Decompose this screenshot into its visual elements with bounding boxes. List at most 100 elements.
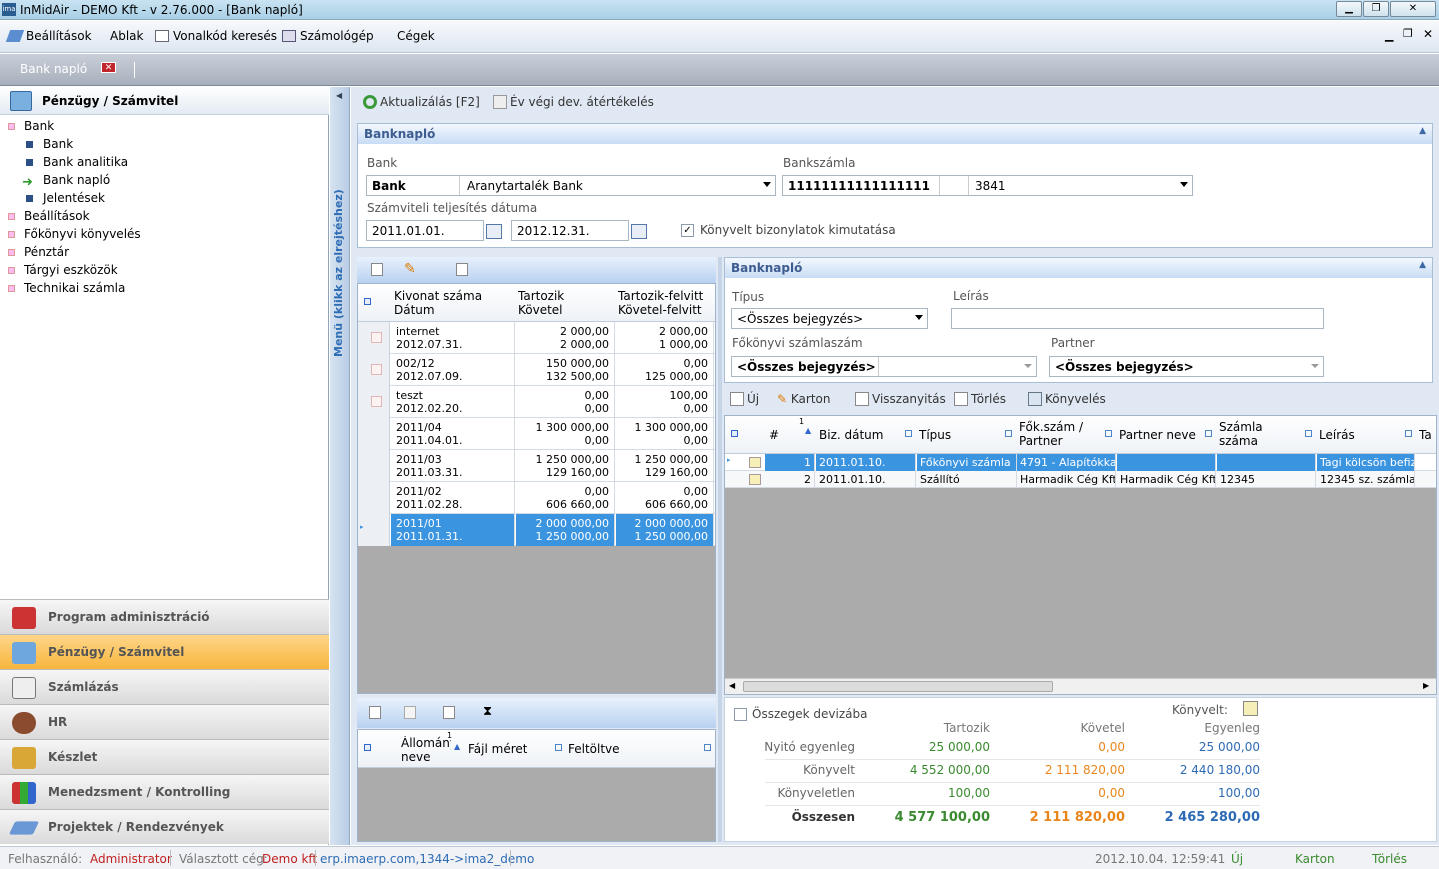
status-delete[interactable]: Törlés <box>1372 852 1407 866</box>
grid-options-icon[interactable] <box>731 430 738 437</box>
filter-icon[interactable] <box>555 744 562 751</box>
journal-row[interactable]: 2 2011.01.10. Szállító Harmadik Cég Kft. Har… <box>725 471 1436 488</box>
date-to-input[interactable]: 2012.12.31. <box>511 220 629 241</box>
menu-settings[interactable]: Beállítások <box>5 29 92 43</box>
account-select[interactable]: 11111111111111111 3841 <box>782 175 1193 196</box>
grid-splitter[interactable] <box>718 257 722 842</box>
nav-program-admin[interactable]: Program adminisztráció <box>0 599 329 634</box>
col-debit-entered[interactable]: Tartozik-felvitt Követel-felvitt <box>618 289 703 317</box>
add-file-icon[interactable] <box>369 706 381 719</box>
row-selector[interactable] <box>358 450 390 482</box>
col-partner-name[interactable]: Partner neve <box>1119 428 1196 442</box>
col-uploaded[interactable]: Feltöltve <box>568 742 620 756</box>
row-selector[interactable] <box>358 418 390 450</box>
statement-row[interactable]: 2011/03 2011.03.31. 1 250 000,00 129 160,00… <box>358 450 715 482</box>
col-description[interactable]: Leírás <box>1319 428 1355 442</box>
add-icon[interactable] <box>371 263 383 276</box>
scroll-right-icon[interactable]: ▶ <box>1423 681 1429 690</box>
scroll-left-icon[interactable]: ◀ <box>729 681 735 690</box>
nav-finance[interactable]: Pénzügy / Számvitel <box>0 634 329 669</box>
desc-input[interactable] <box>951 308 1324 329</box>
filter-icon[interactable] <box>905 430 912 437</box>
mdi-minimize-icon[interactable]: ▁ <box>1385 29 1393 42</box>
minimize-button[interactable]: ▁ <box>1336 1 1362 17</box>
tab-close-icon[interactable]: ✕ <box>101 62 116 73</box>
menu-window[interactable]: Ablak <box>110 29 143 43</box>
close-button[interactable]: ✕ <box>1390 1 1436 17</box>
remove-file-icon[interactable] <box>404 706 416 719</box>
nav-inventory[interactable]: Készlet <box>0 739 329 774</box>
nav-projects[interactable]: Projektek / Rendezvények <box>0 809 329 844</box>
statement-row[interactable]: internet 2012.07.31. 2 000,00 2 000,00 2 000… <box>358 322 715 354</box>
menu-splitter[interactable]: ◀ Menü (klikk az elrejtéshez) <box>330 87 350 845</box>
book-button[interactable]: Könyvelés <box>1028 392 1106 406</box>
mdi-restore-icon[interactable]: ❐ <box>1403 27 1413 40</box>
col-number[interactable]: # <box>769 428 779 442</box>
status-new[interactable]: Új <box>1231 852 1243 866</box>
calendar-icon[interactable] <box>486 224 502 239</box>
ledger-account-select[interactable]: <Összes bejegyzés> <box>731 356 1037 377</box>
filter-icon[interactable] <box>1405 430 1412 437</box>
menu-companies[interactable]: Cégek <box>397 29 435 43</box>
booked-docs-checkbox[interactable]: ✓ <box>681 224 694 237</box>
nav-controlling[interactable]: Menedzsment / Kontrolling <box>0 774 329 809</box>
col-doc-date[interactable]: Biz. dátum <box>819 428 883 442</box>
filter-icon[interactable] <box>1305 430 1312 437</box>
grid-options-icon[interactable] <box>364 744 371 751</box>
mdi-close-icon[interactable]: ✕ <box>1423 27 1433 41</box>
tree-item-general-ledger[interactable]: Főkönyvi könyvelés <box>24 227 141 241</box>
col-extra[interactable]: Ta <box>1419 428 1432 442</box>
filter-icon[interactable] <box>1005 430 1012 437</box>
statement-row[interactable]: teszt 2012.02.20. 0,00 0,00 100,00 0,00 <box>358 386 715 418</box>
delete-button[interactable]: Törlés <box>954 392 1006 406</box>
nav-hr[interactable]: HR <box>0 704 329 739</box>
tab-bank-naplo[interactable]: Bank napló <box>20 62 87 76</box>
revalue-button[interactable]: Év végi dev. átértékelés <box>493 95 654 109</box>
tree-item-reports[interactable]: Jelentések <box>43 191 105 205</box>
date-from-input[interactable]: 2011.01.01. <box>366 220 484 241</box>
col-type[interactable]: Típus <box>919 428 951 442</box>
tree-item-bank-analytics[interactable]: Bank analitika <box>43 155 128 169</box>
currency-checkbox[interactable] <box>734 708 747 721</box>
tree-item-bank[interactable]: Bank <box>24 119 54 133</box>
row-selector[interactable] <box>358 482 390 514</box>
tree-item-fixed-assets[interactable]: Tárgyi eszközök <box>24 263 118 277</box>
horizontal-scrollbar[interactable]: ◀ ▶ <box>725 678 1436 694</box>
filter-icon[interactable] <box>1105 430 1112 437</box>
card-button[interactable]: ✎ Karton <box>777 392 831 406</box>
statement-row[interactable]: 002/12 2012.07.09. 150 000,00 132 500,00 0,0… <box>358 354 715 386</box>
col-statement-no[interactable]: Kivonat száma Dátum <box>394 289 482 317</box>
col-ledger-partner[interactable]: Fők.szám / Partner <box>1019 420 1094 448</box>
collapse-icon[interactable]: ▲ <box>1419 126 1426 136</box>
collapse-arrow-icon[interactable]: ◀ <box>336 91 342 100</box>
reopen-button[interactable]: Visszanyitás <box>855 392 946 406</box>
scroll-thumb[interactable] <box>743 681 1053 692</box>
maximize-button[interactable]: ❐ <box>1363 1 1389 17</box>
type-select[interactable]: <Összes bejegyzés> <box>731 308 928 329</box>
statement-row[interactable]: 2011/02 2011.02.28. 0,00 606 660,00 0,00 606 … <box>358 482 715 514</box>
nav-invoicing[interactable]: Számlázás <box>0 669 329 704</box>
document-icon[interactable] <box>443 706 455 719</box>
new-button[interactable]: Új <box>730 392 759 406</box>
statement-row[interactable]: ▸ 2011/01 2011.01.31. 2 000 000,00 1 250 000… <box>358 514 715 546</box>
bank-select[interactable]: Bank Aranytartalék Bank <box>366 175 776 196</box>
tree-item-cash[interactable]: Pénztár <box>24 245 69 259</box>
col-debit[interactable]: Tartozik Követel <box>518 289 564 317</box>
grid-options-icon[interactable] <box>364 298 371 305</box>
statement-row[interactable]: 2011/04 2011.04.01. 1 300 000,00 0,00 1 300 … <box>358 418 715 450</box>
tree-item-bank-sub[interactable]: Bank <box>43 137 73 151</box>
calendar-icon[interactable] <box>631 224 647 239</box>
col-invoice-no[interactable]: Számla száma <box>1219 420 1279 448</box>
partner-select[interactable]: <Összes bejegyzés> <box>1049 356 1324 377</box>
filter-icon[interactable] <box>704 744 711 751</box>
collapse-icon[interactable]: ▲ <box>1419 260 1426 270</box>
filter-icon[interactable] <box>1205 430 1212 437</box>
journal-row[interactable]: ▸ 1 2011.01.10. Főkönyvi számla 4791 - Alapí… <box>725 454 1436 471</box>
tree-item-settings[interactable]: Beállítások <box>24 209 90 223</box>
hourglass-icon[interactable]: ⧗ <box>483 704 492 719</box>
col-file-size[interactable]: Fájl méret <box>468 742 527 756</box>
edit-icon[interactable]: ✎ <box>404 261 416 277</box>
tree-item-technical-account[interactable]: Technikai számla <box>24 281 125 295</box>
col-file-name[interactable]: Állomány neve <box>401 736 451 764</box>
menu-calculator[interactable]: Számológép <box>282 29 374 43</box>
